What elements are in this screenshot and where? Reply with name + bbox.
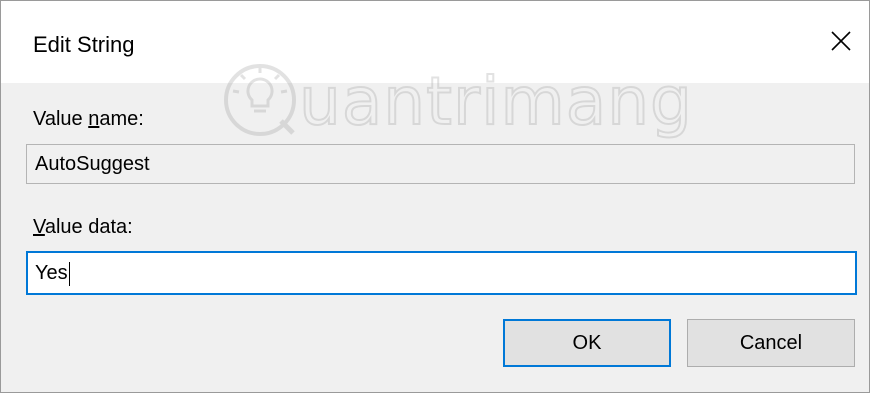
value-name-label-accesskey: n: [88, 108, 100, 130]
value-name-label-prefix: Value: [33, 108, 89, 130]
cancel-button[interactable]: Cancel: [687, 319, 855, 367]
value-data-input[interactable]: Yes: [26, 251, 857, 295]
close-button[interactable]: [813, 1, 869, 83]
close-icon: [831, 31, 851, 51]
value-name-label: Value name:: [33, 107, 144, 131]
value-name-label-suffix: ame:: [99, 108, 144, 130]
title-bar[interactable]: Edit String: [1, 1, 869, 83]
value-data-label: Value data:: [33, 215, 133, 239]
value-data-text: Yes: [35, 262, 68, 284]
value-data-label-accesskey: V: [33, 216, 45, 238]
ok-button[interactable]: OK: [503, 319, 671, 367]
value-data-label-suffix: alue data:: [44, 216, 133, 238]
text-caret: [68, 261, 70, 286]
value-name-field[interactable]: AutoSuggest: [26, 144, 855, 184]
edit-string-dialog: Edit String uantrimang Value name: AutoS…: [0, 0, 870, 393]
dialog-title: Edit String: [33, 32, 135, 57]
